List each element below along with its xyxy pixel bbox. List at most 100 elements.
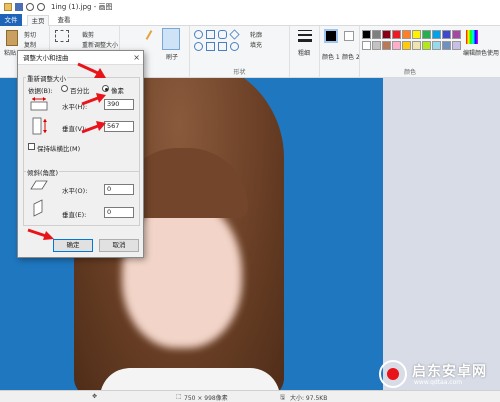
size-button[interactable]: 粗细 (298, 48, 310, 57)
edit-colors-icon[interactable] (466, 30, 478, 44)
pixels-label: 像素 (111, 87, 124, 95)
fill-button[interactable]: 填充 (250, 40, 262, 49)
image-dimensions: 750 × 998像素 (184, 395, 228, 402)
palette-swatch[interactable] (432, 30, 441, 39)
arrow-shape-icon[interactable] (218, 42, 227, 51)
palette-swatch[interactable] (442, 41, 451, 50)
paste-button[interactable]: 粘贴 (4, 48, 16, 57)
palette-swatch[interactable] (402, 30, 411, 39)
paint3d-button[interactable]: 使用 D 3 (487, 48, 500, 57)
active-colors-group: 颜色 1 颜色 2 (320, 26, 360, 78)
palette-swatch[interactable] (452, 41, 461, 50)
palette-swatch[interactable] (412, 30, 421, 39)
disk-icon: 🖫 (280, 394, 286, 401)
edit-colors-button[interactable]: 编辑颜色 (463, 48, 487, 57)
palette-swatch[interactable] (392, 30, 401, 39)
title-bar: 1ing (1).jpg - 画图 (0, 0, 500, 14)
palette-swatch[interactable] (412, 41, 421, 50)
horizontal-resize-icon (30, 97, 48, 111)
star-shape-icon[interactable] (230, 42, 239, 51)
annotation-arrow-horizontal (81, 93, 106, 106)
paste-icon[interactable] (6, 30, 18, 46)
vertical-input[interactable]: 567 (104, 121, 134, 132)
selection-icon: ⬚ (176, 393, 182, 400)
size-group: 粗细 (290, 26, 320, 78)
select-icon[interactable] (55, 30, 69, 42)
ellipse-shape-icon[interactable] (194, 30, 203, 39)
palette-swatch[interactable] (362, 30, 371, 39)
watermark-logo-icon (379, 360, 407, 388)
copy-button[interactable]: 复制 (24, 40, 36, 49)
palette-swatch[interactable] (422, 30, 431, 39)
skew-h-label: 水平(O): (62, 187, 88, 195)
ribbon-tabs: 文件 主页 查看 (0, 14, 500, 26)
white-collar (100, 368, 280, 390)
vertical-skew-icon (33, 199, 43, 217)
color1-label: 颜色 1 (322, 54, 340, 61)
cut-button[interactable]: 剪切 (24, 30, 36, 39)
line-size-icon[interactable] (298, 30, 312, 42)
percent-radio[interactable] (61, 85, 68, 92)
redo-icon[interactable] (37, 3, 45, 11)
watermark-url: www.qdtaa.com (414, 379, 463, 386)
palette-group: 颜色 (360, 26, 461, 78)
square-shape-icon[interactable] (206, 42, 215, 51)
cancel-button[interactable]: 取消 (99, 239, 139, 252)
palette-swatch[interactable] (362, 41, 371, 50)
palette-swatch[interactable] (372, 30, 381, 39)
resize-button[interactable]: 重新调整大小 (82, 40, 118, 49)
tab-home[interactable]: 主页 (27, 15, 49, 26)
palette-swatch[interactable] (402, 41, 411, 50)
cursor-icon: ✥ (92, 393, 98, 400)
ok-button[interactable]: 确定 (53, 239, 93, 252)
color2-label: 颜色 2 (342, 54, 360, 61)
annotation-arrow-ok (27, 228, 54, 240)
circle-shape-icon[interactable] (194, 42, 203, 51)
shapes-group-label: 形状 (233, 69, 246, 76)
horizontal-skew-icon (30, 180, 48, 190)
palette-swatch[interactable] (452, 30, 461, 39)
shapes-group: 轮廓 填充 形状 (190, 26, 290, 78)
outline-button[interactable]: 轮廓 (250, 30, 262, 39)
palette-swatch[interactable] (432, 41, 441, 50)
close-icon[interactable]: × (133, 51, 140, 65)
dialog-title: 调整大小和扭曲 (23, 54, 69, 62)
annotation-arrow-vertical (81, 121, 106, 134)
brush-icon[interactable] (162, 28, 180, 50)
watermark-text: 启东安卓网 (412, 364, 487, 380)
skew-v-input[interactable]: 0 (104, 207, 134, 218)
keep-ratio-checkbox[interactable] (28, 143, 35, 150)
watermark: 启东安卓网 www.qdtaa.com (374, 357, 496, 391)
colors-group-label: 颜色 (403, 69, 416, 76)
window-title: 1ing (1).jpg - 画图 (51, 3, 113, 11)
app-icon (4, 3, 12, 11)
pixels-radio[interactable] (102, 85, 109, 92)
palette-swatch[interactable] (382, 30, 391, 39)
pencil-icon[interactable] (145, 30, 153, 40)
undo-icon[interactable] (26, 3, 34, 11)
diamond-shape-icon[interactable] (229, 29, 240, 40)
palette-swatch[interactable] (422, 41, 431, 50)
file-size: 大小: 97.5KB (290, 395, 328, 402)
rectangle-shape-icon[interactable] (206, 30, 215, 39)
tab-file[interactable]: 文件 (0, 14, 22, 26)
horizontal-input[interactable]: 390 (104, 99, 134, 110)
rounded-rect-shape-icon[interactable] (218, 30, 227, 39)
vertical-resize-icon (32, 117, 47, 135)
tab-view[interactable]: 查看 (53, 15, 75, 26)
resize-legend: 重新调整大小 (26, 73, 67, 83)
palette-swatch[interactable] (382, 41, 391, 50)
palette-swatch[interactable] (392, 41, 401, 50)
color1-swatch[interactable] (324, 29, 338, 43)
skew-h-input[interactable]: 0 (104, 184, 134, 195)
keep-ratio-label: 保持纵横比(M) (37, 145, 81, 153)
color2-swatch[interactable] (344, 31, 354, 41)
skew-legend: 倾斜(角度) (26, 167, 60, 177)
save-icon[interactable] (15, 3, 23, 11)
by-label: 依据(B): (28, 87, 53, 95)
brush-button[interactable]: 刷子 (166, 52, 178, 61)
palette-swatch[interactable] (442, 30, 451, 39)
annotation-arrow-pixels (77, 62, 106, 78)
palette-swatch[interactable] (372, 41, 381, 50)
crop-button[interactable]: 裁剪 (82, 30, 94, 39)
